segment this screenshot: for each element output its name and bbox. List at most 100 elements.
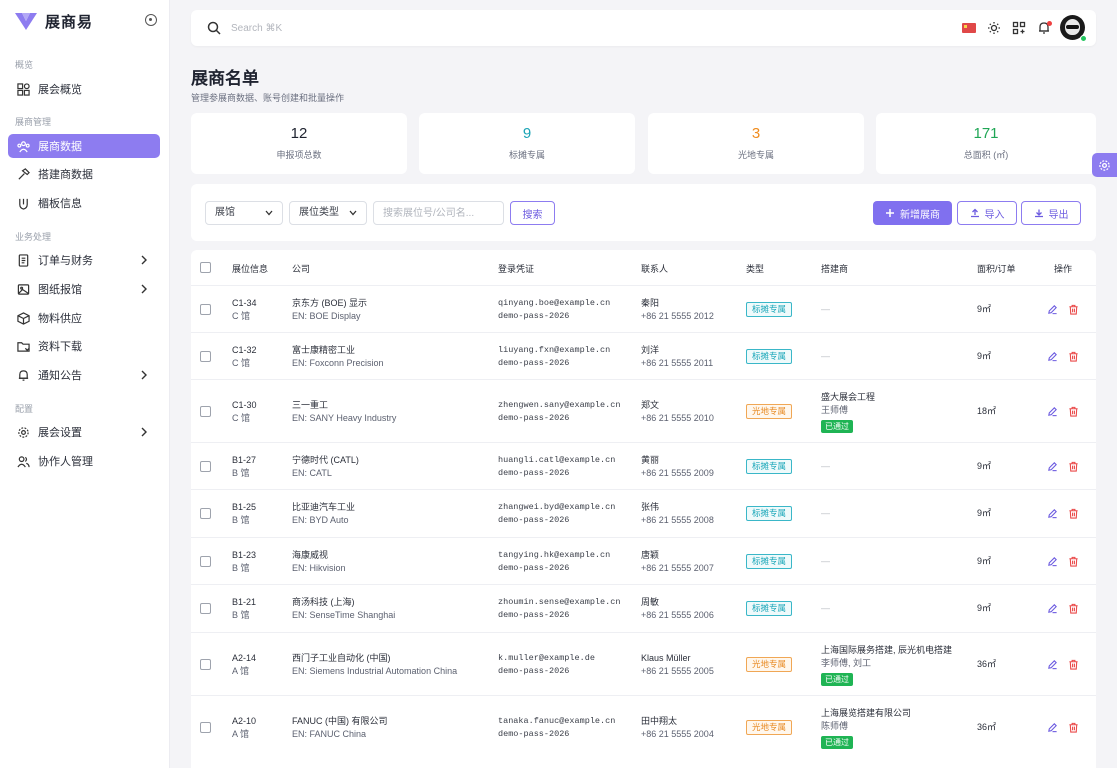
- upload-icon: [970, 208, 979, 218]
- booth-hall: C 馆: [232, 413, 251, 423]
- export-button[interactable]: 导出: [1021, 201, 1081, 225]
- select-all-checkbox[interactable]: [200, 262, 211, 273]
- online-status-dot: [1080, 35, 1087, 42]
- keyword-search-input[interactable]: [373, 201, 504, 225]
- edit-icon[interactable]: [1047, 659, 1058, 670]
- stat-label: 光地专属: [737, 150, 774, 160]
- sidebar-item-orders[interactable]: 订单与财务: [8, 248, 160, 272]
- sidebar-item-overview[interactable]: 展会概览: [8, 77, 160, 101]
- delete-icon[interactable]: [1068, 556, 1079, 567]
- row-checkbox[interactable]: [200, 351, 211, 362]
- delete-icon[interactable]: [1068, 406, 1079, 417]
- brand[interactable]: 展商易: [14, 10, 93, 32]
- row-checkbox[interactable]: [200, 603, 211, 614]
- booth-hall: C 馆: [232, 311, 251, 321]
- sidebar-item-notices[interactable]: 通知公告: [8, 363, 160, 387]
- contact-cell: 周敏 +86 21 5555 2006: [641, 596, 714, 622]
- booth-cell: B1-27 B 馆: [232, 454, 256, 480]
- delete-icon[interactable]: [1068, 304, 1079, 315]
- sidebar-item-settings[interactable]: 展会设置: [8, 420, 160, 444]
- hall-select[interactable]: 展馆: [205, 201, 283, 225]
- row-checkbox[interactable]: [200, 304, 211, 315]
- sidebar-item-fascia[interactable]: 楣板信息: [8, 191, 160, 215]
- credentials-cell: zhoumin.sense@example.cn demo-pass-2026: [498, 596, 620, 622]
- sidebar-item-collaborators[interactable]: 协作人管理: [8, 449, 160, 473]
- apps-icon[interactable]: [1012, 21, 1026, 35]
- sidebar-collapse-icon[interactable]: [145, 14, 157, 26]
- column-header-booth: 展位信息: [232, 264, 269, 274]
- edit-icon[interactable]: [1047, 304, 1058, 315]
- contact-cell: 秦阳 +86 21 5555 2012: [641, 297, 714, 323]
- delete-icon[interactable]: [1068, 659, 1079, 670]
- delete-icon[interactable]: [1068, 603, 1079, 614]
- sidebar-item-drawings[interactable]: 图纸报馆: [8, 277, 160, 301]
- sidebar-item-downloads[interactable]: 资料下载: [8, 334, 160, 358]
- stat-label: 标摊专属: [508, 150, 545, 160]
- booth-number: C1-30: [232, 400, 257, 410]
- contact-name: 田中翔太: [641, 716, 678, 726]
- delete-icon[interactable]: [1068, 461, 1079, 472]
- row-checkbox[interactable]: [200, 461, 211, 472]
- delete-icon[interactable]: [1068, 722, 1079, 733]
- language-flag-icon[interactable]: [962, 23, 976, 33]
- add-exhibitor-button[interactable]: 新增展商: [873, 201, 952, 225]
- row-checkbox[interactable]: [200, 508, 211, 519]
- delete-icon[interactable]: [1068, 351, 1079, 362]
- company-cell: 富士康精密工业 EN: Foxconn Precision: [292, 344, 384, 370]
- import-button[interactable]: 导入: [957, 201, 1017, 225]
- booth-number: B1-27: [232, 455, 257, 465]
- search-button[interactable]: 搜索: [510, 201, 555, 225]
- company-name-en: EN: Foxconn Precision: [292, 358, 384, 368]
- plus-icon: [886, 209, 894, 217]
- area-cell: 9㎡: [977, 351, 992, 361]
- sidebar-item-label: 物料供应: [38, 313, 82, 325]
- table-row: C1-30 C 馆 三一重工 EN: SANY Heavy Industry zheng…: [191, 379, 1096, 442]
- edit-icon[interactable]: [1047, 556, 1058, 567]
- login-email: k.muller@example.de: [498, 653, 595, 663]
- company-name-en: EN: BOE Display: [292, 311, 361, 321]
- sidebar-item-label: 搭建商数据: [38, 169, 93, 181]
- edit-icon[interactable]: [1047, 603, 1058, 614]
- credentials-cell: tangying.hk@example.cn demo-pass-2026: [498, 549, 610, 575]
- sidebar-item-label: 协作人管理: [38, 456, 93, 468]
- row-checkbox[interactable]: [200, 722, 211, 733]
- column-header-company: 公司: [292, 264, 311, 274]
- type-tag: 标摊专属: [746, 601, 793, 616]
- row-checkbox[interactable]: [200, 406, 211, 417]
- gear-icon: [1099, 159, 1110, 171]
- sidebar-item-supplies[interactable]: 物料供应: [8, 306, 160, 330]
- page-subtitle: 管理参展商数据、账号创建和批量操作: [191, 93, 345, 103]
- stat-value: 3: [751, 125, 761, 142]
- builder-status-badge: 已通过: [821, 673, 853, 686]
- booth-number: A2-10: [232, 716, 257, 726]
- sidebar-item-exhibitor-data[interactable]: 展商数据: [8, 134, 160, 158]
- contact-cell: 唐颖 +86 21 5555 2007: [641, 549, 714, 575]
- edit-icon[interactable]: [1047, 722, 1058, 733]
- edit-icon[interactable]: [1047, 508, 1058, 519]
- chevron-right-icon: [141, 255, 147, 265]
- stat-label: 总面积 (㎡): [963, 150, 1009, 160]
- edit-icon[interactable]: [1047, 461, 1058, 472]
- theme-toggle-icon[interactable]: [987, 21, 1001, 35]
- company-name-en: EN: SenseTime Shanghai: [292, 610, 396, 620]
- row-checkbox[interactable]: [200, 556, 211, 567]
- delete-icon[interactable]: [1068, 508, 1079, 519]
- booth-type-select[interactable]: 展位类型: [289, 201, 367, 225]
- exhibitor-table: 展位信息 公司 登录凭证 联系人 类型 搭建商 面积/订单 操作 C1-34 C …: [191, 250, 1096, 768]
- box-icon: [17, 311, 30, 325]
- booth-type-select-value: 展位类型: [299, 207, 339, 218]
- row-checkbox[interactable]: [200, 659, 211, 670]
- settings-floating-button[interactable]: [1092, 153, 1117, 177]
- company-name: FANUC (中国) 有限公司: [292, 716, 388, 726]
- edit-icon[interactable]: [1047, 351, 1058, 362]
- chevron-down-icon: [349, 210, 357, 216]
- credentials-cell: liuyang.fxn@example.cn demo-pass-2026: [498, 344, 610, 370]
- sidebar-item-builder-data[interactable]: 搭建商数据: [8, 162, 160, 186]
- nav-section-exhibitors: 展商管理: [15, 117, 52, 127]
- edit-icon[interactable]: [1047, 406, 1058, 417]
- notification-badge: [1047, 21, 1052, 26]
- area-cell: 9㎡: [977, 603, 992, 613]
- booth-hall: A 馆: [232, 666, 250, 676]
- credentials-cell: zhengwen.sany@example.cn demo-pass-2026: [498, 399, 620, 425]
- global-search-input[interactable]: [231, 19, 531, 37]
